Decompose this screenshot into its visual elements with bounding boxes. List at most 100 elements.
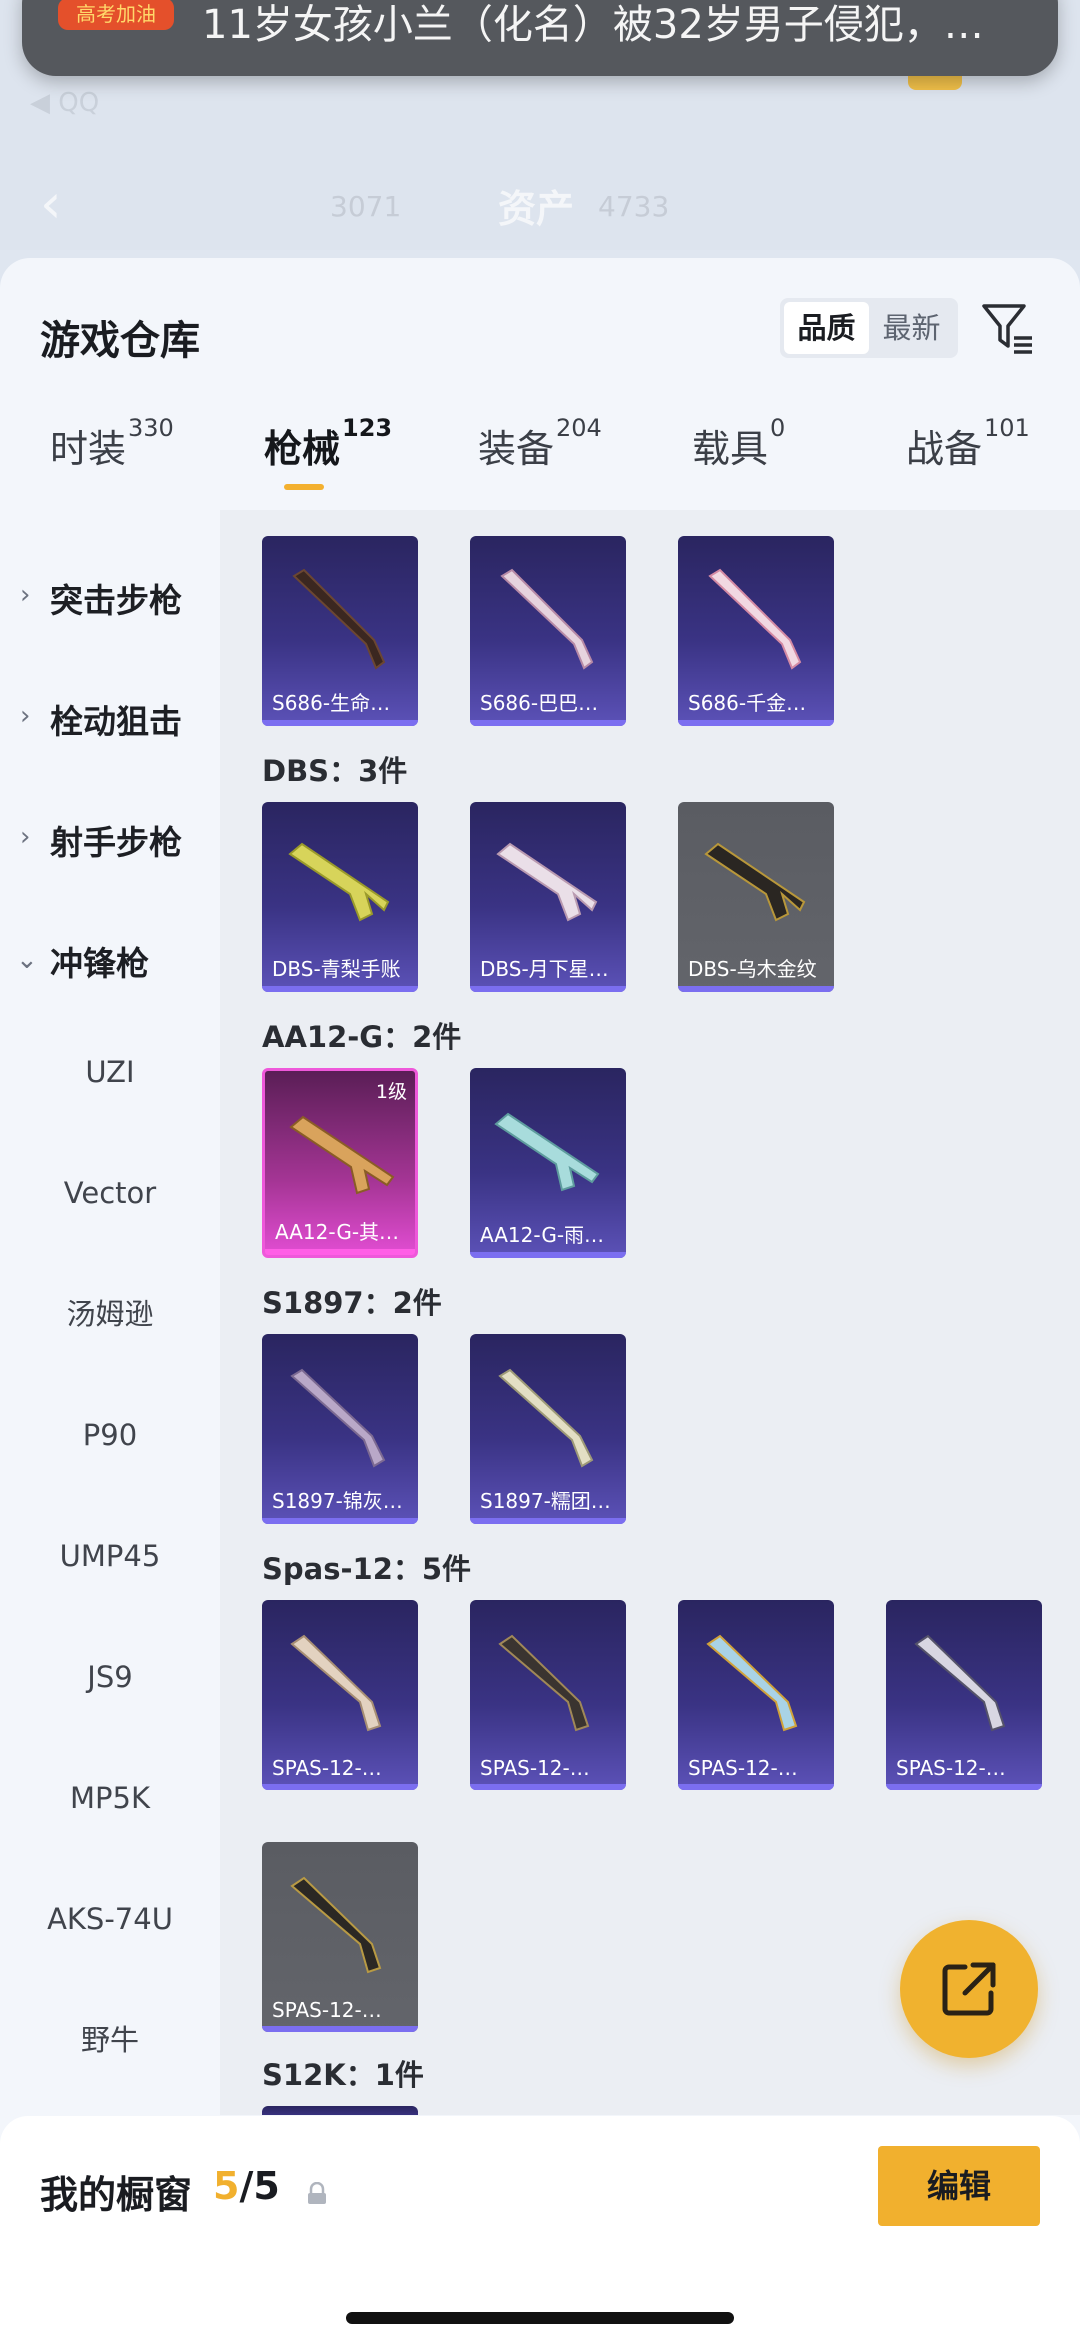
share-external-icon — [942, 1962, 996, 2016]
shotgun-icon — [290, 1368, 386, 1468]
sidebar-item-ump45[interactable]: UMP45 — [0, 1516, 220, 1596]
rarity-bar — [470, 1518, 626, 1524]
group-title: DBS：3件 — [262, 754, 408, 788]
weapon-card[interactable]: S686-生命… — [262, 536, 418, 726]
sidebar-item-aks74u[interactable]: AKS-74U — [0, 1879, 220, 1959]
rarity-bar — [262, 1784, 418, 1790]
chevron-right-icon: › — [20, 580, 31, 610]
tab-label: 战备 — [906, 427, 983, 471]
sort-option-quality[interactable]: 品质 — [784, 302, 869, 354]
rarity-bar — [678, 720, 834, 726]
group-title: AA12-G：2件 — [262, 1020, 462, 1054]
showcase-count: 5/5 — [213, 2164, 280, 2208]
weapon-name: S1897-糯团… — [480, 1489, 611, 1513]
background-stat-left: 3071 — [330, 190, 402, 223]
weapon-card[interactable]: AA12-G-雨… — [470, 1068, 626, 1258]
tab-label: 装备 — [478, 427, 555, 471]
sidebar-item-uzi[interactable]: UZI — [0, 1032, 220, 1112]
share-button[interactable] — [900, 1920, 1038, 2058]
sidebar-category-bolt-sniper[interactable]: › 栓动狙击 — [0, 681, 220, 761]
weapon-card[interactable]: SPAS-12-… — [262, 1600, 418, 1790]
group-title: S1897：2件 — [262, 1286, 442, 1320]
sidebar-category-assault-rifle[interactable]: › 突击步枪 — [0, 560, 220, 640]
sheet-title: 游戏仓库 — [40, 318, 200, 364]
notification-banner[interactable]: 高考加油 11岁女孩小兰（化名）被32岁男子侵犯，… — [22, 0, 1058, 76]
sidebar-category-label: 栓动狙击 — [50, 702, 182, 741]
weapon-card[interactable] — [262, 2106, 418, 2115]
weapon-card[interactable]: SPAS-12-… — [470, 1600, 626, 1790]
tab-count: 330 — [128, 414, 174, 442]
sidebar-item-bizon[interactable]: 野牛 — [0, 2000, 220, 2080]
shotgun-icon — [498, 1634, 590, 1732]
rarity-bar — [262, 986, 418, 992]
chevron-right-icon: › — [20, 822, 31, 852]
weapon-card[interactable]: SPAS-12-… — [262, 1842, 418, 2032]
shotgun-icon — [292, 568, 386, 670]
sidebar-category-marksman-rifle[interactable]: › 射手步枪 — [0, 802, 220, 882]
rarity-bar — [262, 720, 418, 726]
sidebar-item-p90[interactable]: P90 — [0, 1395, 220, 1475]
rarity-bar — [678, 1784, 834, 1790]
back-arrow-icon[interactable]: ‹ — [40, 172, 62, 235]
shotgun-icon — [494, 1112, 600, 1192]
filter-icon[interactable] — [980, 300, 1036, 356]
weapon-name: SPAS-12-… — [272, 1998, 382, 2022]
rarity-bar — [470, 1784, 626, 1790]
weapon-card[interactable]: DBS-月下星… — [470, 802, 626, 992]
shotgun-icon — [289, 1115, 395, 1195]
weapon-card[interactable]: SPAS-12-… — [678, 1600, 834, 1790]
chevron-right-icon: › — [20, 701, 31, 731]
sidebar-item-thompson[interactable]: 汤姆逊 — [0, 1274, 220, 1354]
rarity-bar — [678, 986, 834, 992]
weapon-card[interactable]: DBS-青梨手账 — [262, 802, 418, 992]
tab-label: 枪械 — [264, 427, 341, 471]
sidebar-item-vector[interactable]: Vector — [0, 1153, 220, 1233]
rarity-bar — [262, 2026, 418, 2032]
shotgun-icon — [704, 842, 806, 922]
shotgun-icon — [498, 1368, 594, 1468]
sort-option-newest[interactable]: 最新 — [869, 302, 954, 354]
active-tab-indicator — [284, 484, 324, 490]
back-to-qq-link[interactable]: ◀ QQ — [30, 88, 99, 118]
weapon-name: SPAS-12-… — [896, 1756, 1006, 1780]
weapon-name: S686-千金… — [688, 691, 807, 715]
weapon-card[interactable]: 1级 AA12-G-其… — [262, 1068, 418, 1258]
weapon-card[interactable]: S1897-锦灰… — [262, 1334, 418, 1524]
tab-label: 时装 — [50, 427, 127, 471]
weapon-card[interactable]: SPAS-12-… — [886, 1600, 1042, 1790]
shotgun-icon — [290, 1634, 382, 1732]
weapon-name: S1897-锦灰… — [272, 1489, 403, 1513]
sidebar-item-js9[interactable]: JS9 — [0, 1637, 220, 1717]
weapon-card[interactable]: DBS-乌木金纹 — [678, 802, 834, 992]
weapon-name: AA12-G-雨… — [480, 1223, 605, 1247]
weapon-grid: S686-生命… S686-巴巴… S686-千金… DBS：3件 DBS-青梨… — [220, 510, 1080, 2115]
tab-label: 载具 — [692, 427, 769, 471]
weapon-card[interactable]: S1897-糯团… — [470, 1334, 626, 1524]
sidebar-item-mp5k[interactable]: MP5K — [0, 1758, 220, 1838]
sidebar-category-smg[interactable]: ⌄ 冲锋枪 — [0, 923, 220, 1003]
rarity-bar — [470, 1252, 626, 1258]
tab-equipment[interactable]: 装备204 — [478, 414, 602, 508]
lock-icon — [308, 2182, 326, 2204]
tab-count: 0 — [770, 414, 786, 442]
weapon-card[interactable]: S686-千金… — [678, 536, 834, 726]
tab-vehicles[interactable]: 载具0 — [692, 414, 785, 508]
weapon-name: AA12-G-其… — [275, 1220, 400, 1244]
tab-firearms[interactable]: 枪械123 — [264, 414, 392, 508]
weapon-name: DBS-乌木金纹 — [688, 957, 817, 981]
showcase-current: 5 — [213, 2164, 240, 2208]
notification-text: 11岁女孩小兰（化名）被32岁男子侵犯，… — [202, 2, 984, 48]
sort-toggle: 品质 最新 — [780, 298, 958, 358]
shotgun-icon — [914, 1634, 1006, 1732]
tab-count: 123 — [342, 414, 393, 442]
tab-fashion[interactable]: 时装330 — [50, 414, 174, 508]
notification-app-icon: 高考加油 — [58, 0, 174, 30]
rarity-bar — [262, 1518, 418, 1524]
weapon-card[interactable]: S686-巴巴… — [470, 536, 626, 726]
tab-combat-gear[interactable]: 战备101 — [906, 414, 1030, 508]
shotgun-icon — [706, 1634, 798, 1732]
rarity-bar — [470, 720, 626, 726]
weapon-name: SPAS-12-… — [480, 1756, 590, 1780]
sidebar-category-label: 突击步枪 — [50, 581, 182, 620]
edit-button[interactable]: 编辑 — [878, 2146, 1040, 2226]
